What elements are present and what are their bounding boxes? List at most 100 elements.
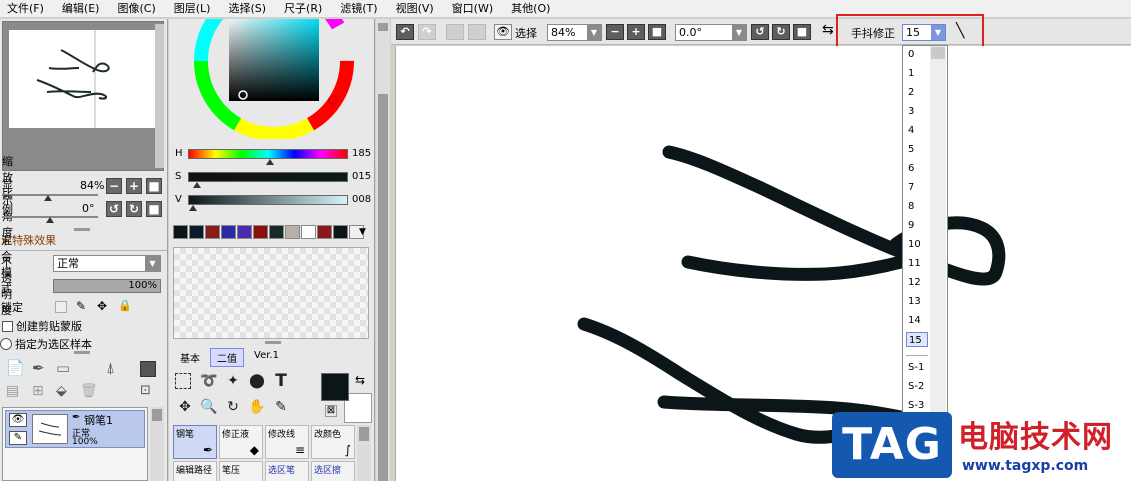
stabilizer-option[interactable]: 4: [906, 123, 928, 138]
toolbar-rotate-left-button[interactable]: ↺: [751, 24, 769, 40]
tab-binary[interactable]: 二值: [210, 348, 244, 367]
lock-transparency-icon[interactable]: [55, 301, 67, 313]
color-swatch[interactable]: [269, 225, 284, 239]
layer-pin-icon[interactable]: ⍋: [106, 359, 115, 377]
invert-selection-button[interactable]: [468, 24, 486, 40]
menu-item-3[interactable]: 图层(L): [165, 0, 220, 18]
stabilizer-option[interactable]: 3: [906, 104, 928, 119]
color-swatch[interactable]: [173, 225, 188, 239]
magic-wand-icon[interactable]: ✦: [223, 371, 243, 391]
brush-pressure[interactable]: 笔压: [219, 461, 263, 481]
stabilizer-option[interactable]: 5: [906, 142, 928, 157]
scratch-pad[interactable]: [173, 247, 369, 339]
color-swatch[interactable]: [301, 225, 316, 239]
stabilizer-option[interactable]: 12: [906, 275, 928, 290]
brush-edit-path[interactable]: 编辑路径: [173, 461, 217, 481]
saturation-slider[interactable]: [188, 172, 348, 182]
panel-scrollbar[interactable]: [376, 19, 390, 481]
color-swatch[interactable]: [253, 225, 268, 239]
hue-slider-thumb[interactable]: [266, 159, 275, 165]
menu-item-5[interactable]: 尺子(R): [275, 0, 331, 18]
layer-list-scrollbar[interactable]: [150, 407, 164, 481]
toolbar-zoom-reset-button[interactable]: ■: [648, 24, 666, 40]
text-tool-icon[interactable]: T: [271, 371, 291, 391]
opacity-slider[interactable]: 100%: [53, 279, 161, 293]
stabilizer-option[interactable]: 9: [906, 218, 928, 233]
color-swatch[interactable]: [237, 225, 252, 239]
menu-item-0[interactable]: 文件(F): [0, 0, 53, 18]
angle-select[interactable]: 0.0° ▼: [675, 24, 747, 41]
stabilizer-option[interactable]: 13: [906, 294, 928, 309]
color-swatch[interactable]: [205, 225, 220, 239]
brush-recolor[interactable]: 改颜色 ∫: [311, 425, 355, 459]
tab-ver1[interactable]: Ver.1: [247, 348, 286, 367]
lock-paint-icon[interactable]: ✎: [76, 299, 86, 313]
hue-slider[interactable]: [188, 149, 348, 159]
toolbar-zoom-out-button[interactable]: −: [606, 24, 624, 40]
brush-scrollbar[interactable]: [357, 425, 371, 481]
new-folder-icon[interactable]: ▭: [56, 359, 70, 377]
stabilizer-option[interactable]: 14: [906, 313, 928, 328]
saturation-slider-thumb[interactable]: [193, 182, 202, 188]
color-swatch[interactable]: [189, 225, 204, 239]
eyedropper-icon[interactable]: ✎: [271, 397, 291, 417]
stabilizer-option[interactable]: 7: [906, 180, 928, 195]
zoom-reset-button[interactable]: ■: [146, 178, 162, 194]
zoom-slider[interactable]: [2, 191, 98, 201]
swatch-menu-arrow-icon[interactable]: ▼: [359, 227, 366, 237]
layer-item[interactable]: 👁 ✎ ✒ 钢笔1 正常 100%: [5, 410, 145, 448]
brush-edit-line[interactable]: 修改线 ≡: [265, 425, 309, 459]
stabilizer-option[interactable]: 11: [906, 256, 928, 271]
hand-icon[interactable]: ✋: [247, 397, 267, 417]
brush-pen[interactable]: 钢笔 ✒: [173, 425, 217, 459]
selection-sample-radio[interactable]: [0, 338, 12, 350]
layer-copy-icon[interactable]: ▤: [6, 383, 19, 399]
panel-splitter[interactable]: [265, 341, 281, 344]
rotate-reset-button[interactable]: ■: [146, 201, 162, 217]
delete-layer-icon[interactable]: 🗑: [80, 383, 98, 399]
stabilizer-option[interactable]: S-2: [906, 379, 928, 394]
navigator-scrollbar[interactable]: [155, 24, 164, 168]
color-swatch[interactable]: [221, 225, 236, 239]
move-icon[interactable]: ✥: [175, 397, 195, 417]
layer-mask-icon[interactable]: [140, 361, 156, 377]
swap-colors-icon[interactable]: ⇆: [355, 373, 365, 387]
brush-select-eraser[interactable]: 选区擦: [311, 461, 355, 481]
menu-item-7[interactable]: 视图(V): [387, 0, 443, 18]
eye-visibility-icon[interactable]: 👁: [9, 413, 27, 427]
new-layer-icon[interactable]: 📄: [6, 359, 25, 377]
lock-all-icon[interactable]: 🔒: [118, 299, 132, 312]
lock-move-icon[interactable]: ✥: [97, 299, 107, 313]
zoom-out-button[interactable]: −: [106, 178, 122, 194]
menu-item-1[interactable]: 编辑(E): [53, 0, 109, 18]
toolbar-rotate-reset-button[interactable]: ■: [793, 24, 811, 40]
flip-horizontal-icon[interactable]: ⇆: [822, 22, 834, 38]
stabilizer-option[interactable]: 6: [906, 161, 928, 176]
zoom-in-button[interactable]: +: [126, 178, 142, 194]
lasso-icon[interactable]: ➰: [199, 371, 219, 391]
menu-item-8[interactable]: 窗口(W): [443, 0, 502, 18]
value-slider-thumb[interactable]: [188, 205, 197, 211]
menu-item-2[interactable]: 图像(C): [108, 0, 164, 18]
clip-mask-row[interactable]: 创建剪贴蒙版: [0, 317, 82, 335]
effects-section[interactable]: ▶ 特殊效果: [0, 231, 167, 249]
rotate-right-button[interactable]: ↻: [126, 201, 142, 217]
stabilizer-option[interactable]: 15: [906, 332, 928, 347]
stabilizer-option[interactable]: 8: [906, 199, 928, 214]
color-wheel[interactable]: [193, 0, 355, 141]
stabilizer-option[interactable]: 2: [906, 85, 928, 100]
panel-splitter[interactable]: [74, 351, 90, 354]
rotate-left-button[interactable]: ↺: [106, 201, 122, 217]
navigator-preview[interactable]: [2, 21, 164, 171]
toolbar-rotate-right-button[interactable]: ↻: [772, 24, 790, 40]
angle-slider[interactable]: [2, 213, 98, 223]
rect-select-icon[interactable]: [175, 373, 191, 389]
menu-item-9[interactable]: 其他(O): [502, 0, 559, 18]
color-swatch[interactable]: [333, 225, 348, 239]
undo-button[interactable]: ↶: [396, 24, 414, 40]
pen-edit-icon[interactable]: ✎: [9, 431, 27, 445]
tab-basic[interactable]: 基本: [173, 348, 207, 367]
deselect-button[interactable]: [446, 24, 464, 40]
menu-item-4[interactable]: 选择(S): [219, 0, 275, 18]
stabilizer-option[interactable]: S-1: [906, 360, 928, 375]
